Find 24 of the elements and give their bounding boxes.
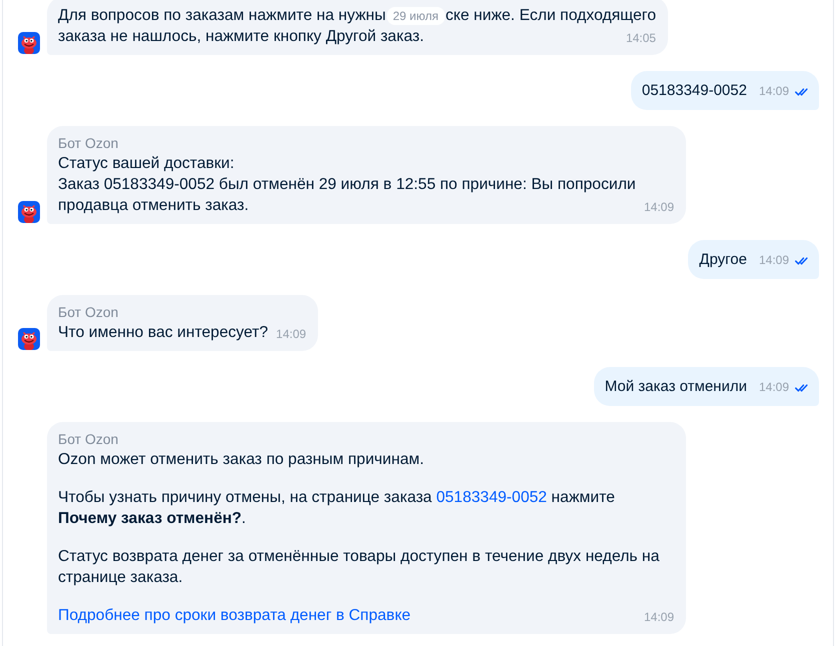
message-text: Что именно вас интересует?	[58, 323, 268, 343]
message-text: Для вопросов по заказам нажмите на нужны	[58, 6, 386, 26]
message-time: 14:09	[276, 326, 306, 343]
message-text: Статус вашей доставки: Заказ 05183349-0052 был отменён 29 июля в 12:55 по причине: Вы попросили продавца отменить заказ.	[58, 154, 636, 216]
sender-name: Бот Ozon	[58, 430, 120, 449]
message-text: ске ниже. Если подходящего	[446, 6, 656, 26]
message-text: Мой заказ отменили	[604, 377, 747, 397]
message-time: 14:09	[644, 199, 674, 216]
sender-name: Бот Ozon	[58, 134, 120, 153]
message-text: Статус возврата денег за отменённые товары доступен в течение двух недель на странице заказа.	[58, 547, 660, 588]
order-number-link[interactable]: 05183349-0052	[436, 489, 547, 506]
message-text: 05183349-0052	[642, 81, 747, 101]
message-time: 14:09	[644, 609, 674, 626]
message-time: 14:09	[758, 83, 789, 100]
message-text: заказа не нашлось, нажмите кнопку Другой заказ.	[58, 27, 425, 47]
message-time: 14:09	[758, 379, 789, 396]
date-chip: 29 июля	[386, 6, 444, 24]
help-link[interactable]: Подробнее про сроки возврата денег в Справке	[58, 607, 411, 624]
sender-name: Бот Ozon	[58, 303, 120, 322]
message-time: 14:05	[626, 30, 656, 47]
message-text: Другое	[699, 250, 747, 270]
message-text: Ozon может отменить заказ по разным причинам.	[58, 450, 425, 470]
message-time: 14:09	[758, 252, 789, 269]
message-text: Чтобы узнать причину отмены, на странице заказа 05183349-0052 нажмите Почему заказ отменён?.	[58, 488, 616, 529]
